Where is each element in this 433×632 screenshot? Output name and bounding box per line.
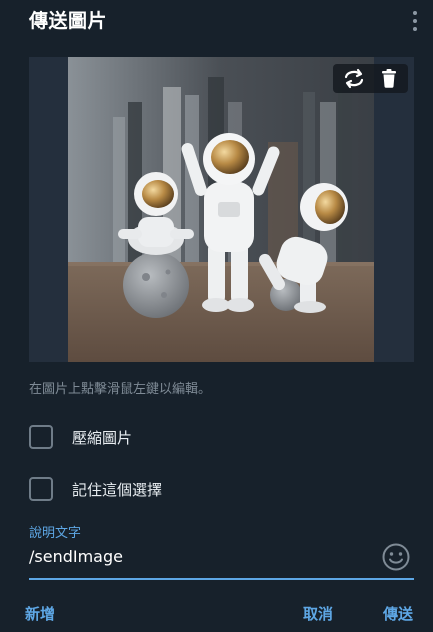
remember-choice-label: 記住這個選擇: [72, 481, 163, 499]
add-button[interactable]: 新增: [25, 603, 55, 624]
caption-input[interactable]: /sendImage: [29, 540, 414, 580]
compress-image-label: 壓縮圖片: [72, 429, 133, 447]
replace-image-icon: [344, 68, 364, 89]
smiley-icon: [382, 543, 410, 571]
send-button[interactable]: 傳送: [383, 603, 413, 624]
emoji-button[interactable]: [381, 542, 411, 572]
cancel-button[interactable]: 取消: [303, 603, 333, 624]
more-menu-button[interactable]: [406, 8, 426, 34]
caption-field-label: 說明文字: [29, 526, 82, 541]
image-preview[interactable]: [68, 57, 374, 362]
trash-icon: [382, 69, 396, 88]
dialog-title: 傳送圖片: [29, 10, 108, 32]
replace-image-button[interactable]: [336, 64, 372, 93]
delete-image-button[interactable]: [371, 64, 407, 93]
more-vertical-icon: [413, 11, 417, 15]
image-preview-area: [29, 57, 414, 362]
image-action-bar: [333, 64, 408, 93]
compress-image-checkbox[interactable]: [29, 425, 53, 449]
astronaut-figurines-image: [68, 57, 374, 362]
caption-input-value[interactable]: /sendImage: [29, 547, 123, 566]
dialog-header: 傳送圖片: [0, 0, 433, 40]
remember-choice-checkbox[interactable]: [29, 477, 53, 501]
edit-hint-text: 在圖片上點擊滑鼠左鍵以編輯。: [29, 382, 212, 397]
